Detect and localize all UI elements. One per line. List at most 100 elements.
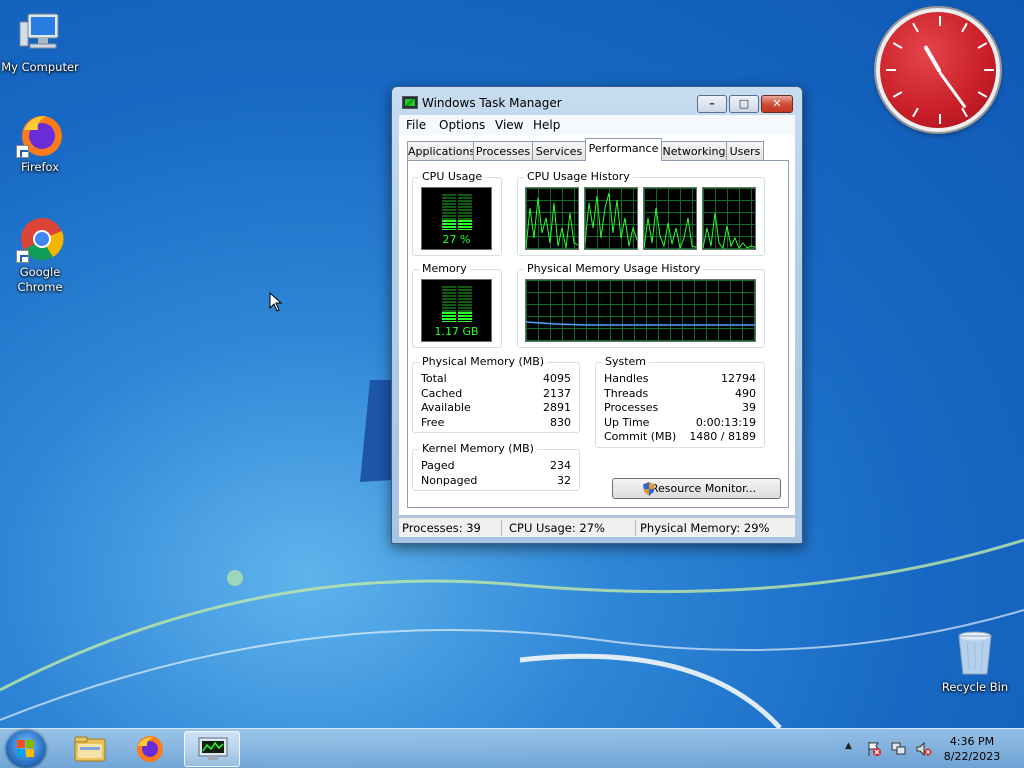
memory-group: Memory 1.17 GB (412, 262, 502, 348)
task-manager-icon (402, 96, 418, 109)
stat-label: Paged (421, 459, 455, 472)
shortcut-arrow-icon (16, 250, 29, 263)
folder-icon (74, 736, 106, 762)
clock-tick (892, 42, 903, 49)
clock-tick (977, 91, 988, 98)
menu-file[interactable]: File (406, 118, 426, 132)
status-bar: Processes: 39 CPU Usage: 27% Physical Me… (399, 517, 795, 537)
tab-performance[interactable]: Performance (585, 138, 662, 161)
stat-label: Available (421, 401, 471, 415)
performance-panel: CPU Usage 27 % CPU Usage History Memory … (407, 160, 789, 508)
tab-users[interactable]: Users (726, 141, 764, 160)
mouse-cursor-icon (269, 292, 283, 312)
tab-applications[interactable]: Applications (407, 141, 475, 160)
tab-processes[interactable]: Processes (473, 141, 533, 160)
shortcut-arrow-icon (16, 145, 29, 158)
stat-value: 0:00:13:19 (695, 415, 756, 429)
desktop-icon-label: Google Chrome (17, 265, 63, 294)
clock-tick (886, 69, 896, 71)
computer-icon (16, 10, 64, 58)
clock-tick (912, 22, 919, 33)
system-group: System Handles 12794 Threads 490 Processes 39… (595, 355, 765, 448)
clock-tick (912, 107, 919, 118)
taskbar-explorer-button[interactable] (62, 731, 118, 767)
memory-value: 1.17 GB (434, 325, 479, 338)
stat-value: 12794 (721, 372, 756, 385)
clock-tick (939, 114, 941, 124)
kernel-memory-group: Kernel Memory (MB) Paged 234 Nonpaged 32 (412, 442, 580, 491)
title-bar[interactable]: Windows Task Manager – □ ✕ (392, 87, 802, 117)
memory-history-group: Physical Memory Usage History (517, 262, 765, 348)
taskbar: ▲ 4:36 PM 8/22/2023 (0, 728, 1024, 768)
stat-label: Handles (604, 372, 649, 385)
clock-tick (892, 91, 903, 98)
start-button[interactable] (6, 730, 46, 768)
clock-tick (961, 107, 968, 118)
desktop-icon-label: My Computer (1, 60, 79, 74)
clock-gadget[interactable] (876, 8, 1000, 132)
stat-value: 2137 (543, 386, 571, 400)
cpu-history-group: CPU Usage History (517, 170, 765, 256)
desktop-icon-label: Recycle Bin (941, 680, 1009, 694)
menu-help[interactable]: Help (533, 118, 560, 132)
action-center-flag-icon[interactable] (866, 741, 882, 757)
maximize-icon: □ (738, 97, 750, 110)
memory-history-title: Physical Memory Usage History (524, 262, 704, 275)
desktop-icon-my-computer[interactable]: My Computer (0, 10, 80, 75)
close-button[interactable]: ✕ (761, 95, 793, 113)
menu-bar: File Options View Help (399, 115, 795, 135)
stat-label: Total (421, 372, 447, 385)
firefox-icon (137, 736, 163, 762)
cpu-history-graph-core-2 (584, 187, 638, 250)
resource-monitor-label: Resource Monitor... (650, 482, 757, 495)
cpu-usage-value: 27 % (442, 233, 471, 246)
status-cpu-usage: CPU Usage: 27% (509, 521, 605, 535)
cpu-history-graph-core-4 (702, 187, 756, 250)
stat-value: 32 (557, 473, 571, 487)
cpu-history-graph-core-1 (525, 187, 579, 250)
system-clock[interactable]: 4:36 PM 8/22/2023 (936, 734, 1008, 764)
volume-muted-icon[interactable] (916, 741, 932, 757)
task-manager-window[interactable]: Windows Task Manager – □ ✕ File Options … (391, 86, 803, 544)
network-icon[interactable] (891, 741, 907, 757)
memory-history-graph (525, 279, 756, 342)
stat-label: Commit (MB) (604, 430, 677, 444)
stat-value: 1480 / 8189 (689, 430, 756, 444)
status-separator (501, 520, 502, 536)
taskbar-task-manager-button[interactable] (184, 731, 240, 767)
status-processes: Processes: 39 (402, 521, 481, 535)
clock-hour-hand (923, 45, 942, 73)
desktop-icon-google-chrome[interactable]: Google Chrome (0, 215, 80, 295)
task-manager-icon (198, 737, 228, 760)
clock-tick (961, 22, 968, 33)
desktop-icon-firefox[interactable]: Firefox (0, 110, 80, 175)
memory-meter: 1.17 GB (421, 279, 492, 342)
show-hidden-icons-button[interactable]: ▲ (845, 741, 852, 751)
stat-label: Up Time (604, 415, 650, 429)
maximize-button[interactable]: □ (729, 95, 759, 113)
clock-tick (939, 16, 941, 26)
client-area: Applications Processes Services Performa… (399, 135, 795, 515)
taskbar-firefox-button[interactable] (122, 731, 178, 767)
recycle-bin-icon (951, 630, 999, 678)
menu-options[interactable]: Options (439, 118, 485, 132)
clock-minute-hand (938, 71, 967, 109)
stat-value: 234 (550, 459, 571, 472)
desktop-icon-recycle-bin[interactable]: Recycle Bin (935, 630, 1015, 695)
status-physical-memory: Physical Memory: 29% (640, 521, 770, 535)
clock-date: 8/22/2023 (943, 750, 1001, 763)
system-title: System (602, 355, 650, 368)
stat-label: Threads (604, 386, 649, 400)
memory-title: Memory (419, 262, 470, 275)
stat-value: 2891 (543, 401, 571, 415)
close-icon: ✕ (772, 97, 782, 110)
menu-view[interactable]: View (495, 118, 523, 132)
tab-services[interactable]: Services (532, 141, 586, 160)
clock-tick (977, 42, 988, 49)
minimize-button[interactable]: – (697, 95, 727, 113)
resource-monitor-button[interactable]: Resource Monitor... (612, 478, 781, 499)
status-separator (635, 520, 636, 536)
cpu-usage-meter: 27 % (421, 187, 492, 250)
tab-networking[interactable]: Networking (661, 141, 727, 160)
clock-time: 4:36 PM (949, 735, 995, 748)
